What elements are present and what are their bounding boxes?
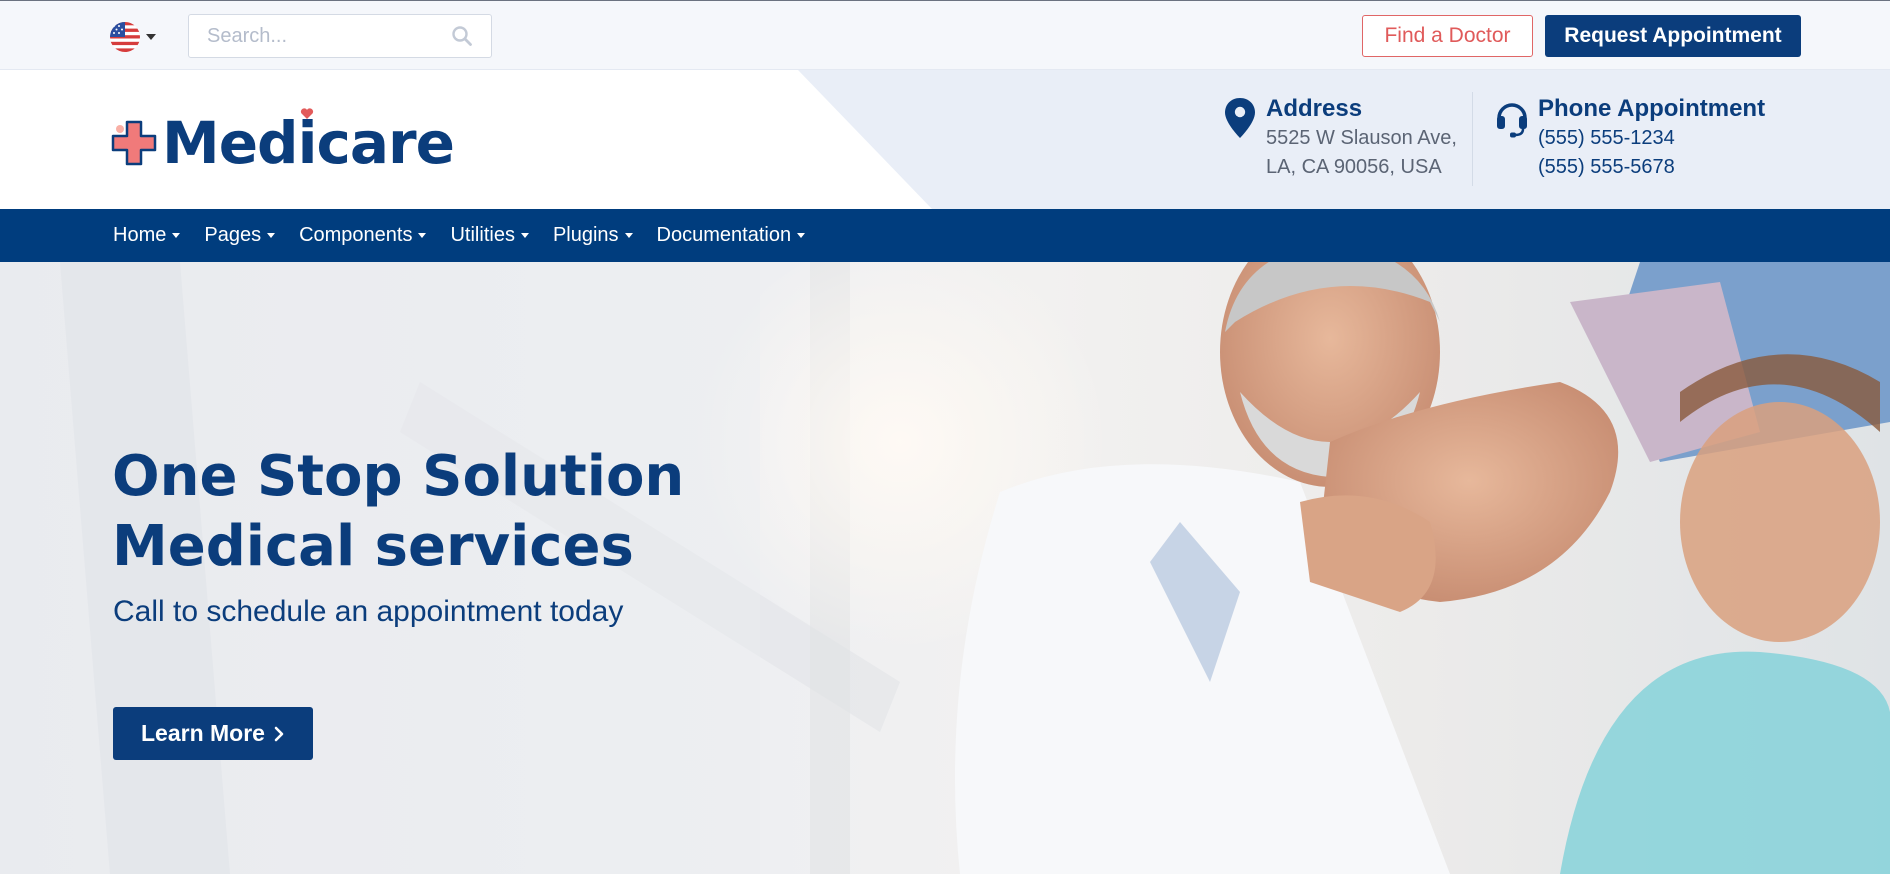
top-bar: Find a Doctor Request Appointment xyxy=(0,0,1890,70)
learn-more-label: Learn More xyxy=(141,720,265,746)
chevron-down-icon xyxy=(172,233,181,238)
chevron-down-icon xyxy=(624,233,633,238)
phone-title: Phone Appointment xyxy=(1538,95,1766,122)
learn-more-button[interactable]: Learn More xyxy=(113,707,313,760)
address-line-1: 5525 W Slauson Ave, xyxy=(1266,127,1457,149)
hero-section: One Stop Solution Medical services Call … xyxy=(0,262,1890,874)
nav-item-label: Home xyxy=(113,224,167,246)
logo-text: Medicare xyxy=(162,108,455,177)
nav-item-components[interactable]: Components xyxy=(299,224,427,247)
phone-block: Phone Appointment (555) 555-1234 (555) 5… xyxy=(1494,94,1765,182)
nav-item-label: Plugins xyxy=(552,224,619,246)
chevron-down-icon xyxy=(267,233,276,238)
header-divider xyxy=(1472,92,1473,186)
find-doctor-button[interactable]: Find a Doctor xyxy=(1362,15,1533,57)
us-flag-icon xyxy=(110,22,140,52)
request-appointment-button[interactable]: Request Appointment xyxy=(1545,15,1801,57)
language-selector[interactable] xyxy=(110,21,156,53)
search-input[interactable] xyxy=(189,15,439,57)
site-logo[interactable]: Medicare xyxy=(110,108,455,177)
chevron-down-icon xyxy=(146,34,156,40)
map-pin-icon xyxy=(1225,98,1255,138)
nav-item-documentation[interactable]: Documentation xyxy=(657,224,806,247)
hero-title-line-1: One Stop Solution xyxy=(112,444,685,509)
nav-item-pages[interactable]: Pages xyxy=(204,224,276,247)
nav-item-label: Pages xyxy=(204,224,262,246)
chevron-down-icon xyxy=(520,233,529,238)
site-header: Medicare Address 5525 W Slauson Ave, LA,… xyxy=(0,70,1890,209)
address-title: Address xyxy=(1266,95,1363,122)
hero-title: One Stop Solution Medical services xyxy=(112,442,872,582)
hero-subtitle: Call to schedule an appointment today xyxy=(113,595,624,628)
chevron-down-icon xyxy=(797,233,806,238)
phone-line-2[interactable]: (555) 555-5678 xyxy=(1538,153,1765,182)
headset-icon xyxy=(1497,103,1527,138)
nav-item-label: Documentation xyxy=(656,224,792,246)
address-block: Address 5525 W Slauson Ave, LA, CA 90056… xyxy=(1222,94,1457,182)
nav-item-label: Components xyxy=(299,224,413,246)
phone-line-1[interactable]: (555) 555-1234 xyxy=(1538,124,1765,153)
medical-cross-icon xyxy=(111,120,157,166)
nav-item-home[interactable]: Home xyxy=(113,224,181,247)
nav-item-plugins[interactable]: Plugins xyxy=(553,224,633,247)
main-nav: Home Pages Components Utilities Plugins … xyxy=(0,209,1890,262)
nav-item-label: Utilities xyxy=(450,224,515,246)
address-line-2: LA, CA 90056, USA xyxy=(1266,156,1442,178)
hero-title-line-2: Medical services xyxy=(112,514,634,579)
nav-item-utilities[interactable]: Utilities xyxy=(450,224,529,247)
search-box xyxy=(188,14,492,58)
chevron-right-icon xyxy=(274,726,284,741)
search-icon[interactable] xyxy=(451,25,473,47)
heart-icon xyxy=(300,108,314,119)
chevron-down-icon xyxy=(418,233,427,238)
